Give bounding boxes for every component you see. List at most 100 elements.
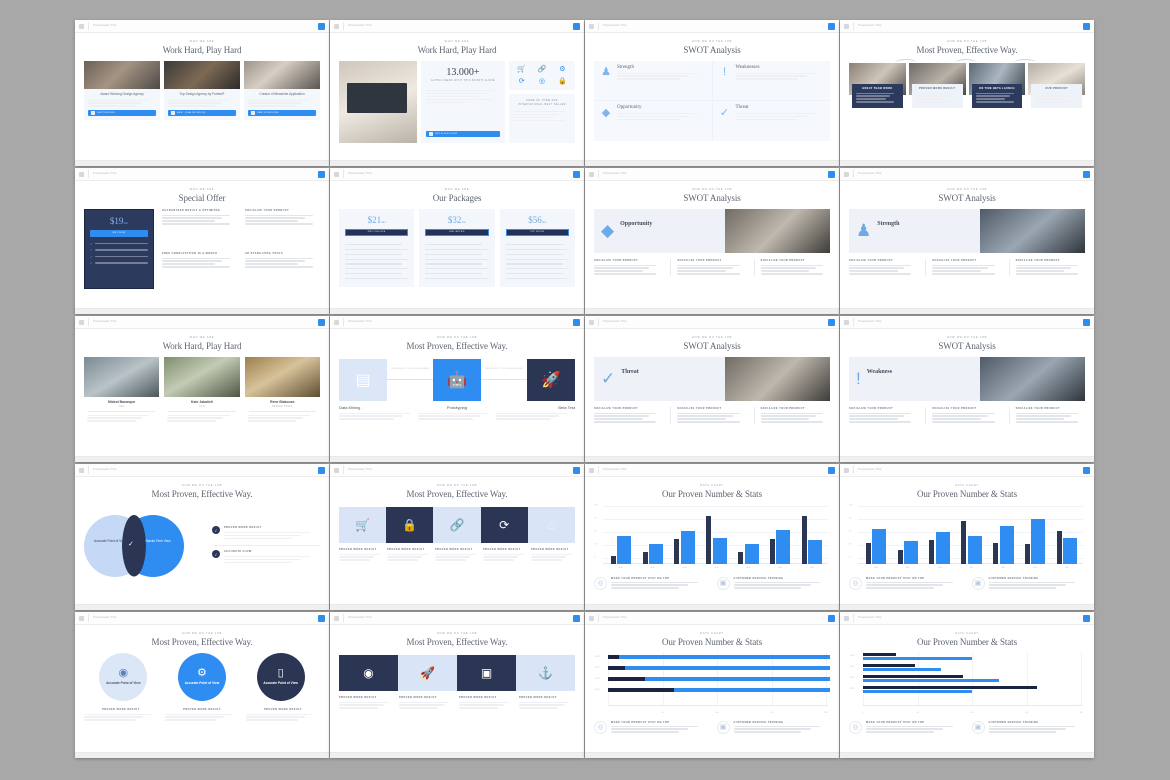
photo-card[interactable]: GREAT TEAM WORK <box>849 58 917 109</box>
price-card[interactable]: $19/mo BUY NOW ✓ ✓ ✓ ✓ <box>84 208 154 289</box>
slide-hbar-chart-grouped[interactable]: Presentation Title DATA CHART Our Proven… <box>840 612 1094 758</box>
slide-thumbnail[interactable]: Presentation Title HOW WE DO THE JOB Mos… <box>840 20 1095 168</box>
rocket-icon[interactable]: 🚀 <box>398 654 457 691</box>
slide-work-hard-play-hard-stats[interactable]: Presentation Title WHO WE ARE Work Hard,… <box>330 20 584 166</box>
photo-card[interactable]: ON TIME BETA LAUNCH <box>968 58 1037 109</box>
swot-quadrant[interactable]: ◆ Opportunity <box>594 101 712 141</box>
window-action-icon[interactable] <box>318 614 325 622</box>
window-action-icon[interactable] <box>1083 318 1090 326</box>
team-member[interactable]: Mideol Baranque CEO <box>84 356 160 424</box>
slide-thumbnail[interactable]: Presentation Title WHO WE ARE Work Hard,… <box>330 20 585 168</box>
slide-three-circles[interactable]: Presentation Title HOW WE DO THE JOB Mos… <box>75 612 329 758</box>
window-action-icon[interactable] <box>573 170 580 178</box>
slide-hbar-chart-stacked[interactable]: Presentation Title DATA CHART Our Proven… <box>585 612 839 758</box>
package-card[interactable]: $56/mo VIP SUITE <box>499 208 575 287</box>
slide-thumbnail[interactable]: Presentation Title HOW WE DO THE JOB Mos… <box>75 464 330 612</box>
window-action-icon[interactable] <box>318 170 325 178</box>
team-member[interactable]: Kate Jabalieh CTO <box>164 356 240 424</box>
slide-swot-strength[interactable]: Presentation Title HOW WE DO THE JOB SWO… <box>840 168 1094 314</box>
slide-thumbnail[interactable]: Presentation Title WHO WE ARE Special Of… <box>75 168 330 316</box>
slide-thumbnail[interactable]: Presentation Title HOW WE DO THE JOB SWO… <box>585 316 840 464</box>
card-button[interactable]: PARTICIPATIONS <box>248 109 316 116</box>
settings-icon[interactable]: ⚙ Accurate Point of View <box>177 652 226 701</box>
window-action-icon[interactable] <box>573 318 580 326</box>
window-action-icon[interactable] <box>1083 466 1090 474</box>
slide-thumbnail[interactable]: Presentation Title HOW WE DO THE JOB Mos… <box>330 316 585 464</box>
slide-thumbnail[interactable]: Presentation Title HOW WE DO THE JOB SWO… <box>840 316 1095 464</box>
window-action-icon[interactable] <box>318 466 325 474</box>
window-action-icon[interactable] <box>573 22 580 30</box>
card-button[interactable]: BEST QUALIFICATION <box>168 109 236 116</box>
slide-venn-diagram[interactable]: Presentation Title HOW WE DO THE JOB Mos… <box>75 464 329 610</box>
eye-icon[interactable]: ◉ <box>339 654 398 691</box>
refresh-icon[interactable]: ⟳ <box>480 506 528 543</box>
slide-process-steps[interactable]: Presentation Title HOW WE DO THE JOB Mos… <box>330 316 584 462</box>
window-action-icon[interactable] <box>573 466 580 474</box>
package-card[interactable]: $32/mo UNLIMITED <box>419 208 495 287</box>
window-action-icon[interactable] <box>828 466 835 474</box>
swot-quadrant[interactable]: ✓ Threat <box>712 101 830 141</box>
slide-most-proven-effective-way-photos[interactable]: Presentation Title HOW WE DO THE JOB Mos… <box>840 20 1094 166</box>
slide-thumbnail[interactable]: Presentation Title WHO WE ARE Work Hard,… <box>75 316 330 464</box>
package-card[interactable]: $21/mo PRO CHOICE <box>339 208 415 287</box>
slide-bar-chart-1[interactable]: Presentation Title DATA CHART Our Proven… <box>585 464 839 610</box>
window-action-icon[interactable] <box>828 614 835 622</box>
slide-thumbnail[interactable]: Presentation Title DATA CHART Our Proven… <box>585 464 840 612</box>
swot-quadrant[interactable]: ♟ Strength <box>594 60 712 100</box>
window-action-icon[interactable] <box>1083 170 1090 178</box>
robot-icon[interactable]: 🤖 <box>433 358 481 401</box>
monitor-icon[interactable]: ▣ <box>457 654 516 691</box>
team-member[interactable]: Rene Biakouse SENIOR STAFF <box>244 356 320 424</box>
rocket-icon[interactable]: 🚀 <box>527 358 575 401</box>
photo-card[interactable]: PROVEN WORK RESULT <box>908 58 977 109</box>
slide-team[interactable]: Presentation Title WHO WE ARE Work Hard,… <box>75 316 329 462</box>
slide-swot-threat[interactable]: Presentation Title HOW WE DO THE JOB SWO… <box>585 316 839 462</box>
slide-special-offer[interactable]: Presentation Title WHO WE ARE Special Of… <box>75 168 329 314</box>
mobile-icon[interactable]: ▯ Accurate Point of View <box>256 652 305 701</box>
anchor-icon[interactable]: ⚓ <box>516 654 575 691</box>
window-action-icon[interactable] <box>828 170 835 178</box>
slide-thumbnail[interactable]: Presentation Title HOW WE DO THE JOB Mos… <box>75 612 330 760</box>
slide-thumbnail[interactable]: Presentation Title HOW WE DO THE JOB SWO… <box>585 168 840 316</box>
window-action-icon[interactable] <box>1083 614 1090 622</box>
package-button[interactable]: VIP SUITE <box>505 228 569 236</box>
cart-icon[interactable]: 🛒 <box>339 506 387 543</box>
window-action-icon[interactable] <box>573 614 580 622</box>
slide-swot-analysis-quadrants[interactable]: Presentation Title HOW WE DO THE JOB SWO… <box>585 20 839 166</box>
slide-thumbnail[interactable]: Presentation Title HOW WE DO THE JOB SWO… <box>585 20 840 168</box>
eye-icon[interactable]: ◉ Accurate Point of View <box>99 652 148 701</box>
window-action-icon[interactable] <box>828 22 835 30</box>
photo-card[interactable]: OUR PRODUCT <box>1028 62 1085 109</box>
window-action-icon[interactable] <box>1083 22 1090 30</box>
slide-swot-opportunity[interactable]: Presentation Title HOW WE DO THE JOB SWO… <box>585 168 839 314</box>
database-icon[interactable]: ▤ <box>339 358 387 401</box>
slide-thumbnail[interactable]: Presentation Title HOW WE DO THE JOB SWO… <box>840 168 1095 316</box>
slide-thumbnail[interactable]: Presentation Title DATA CHART Our Proven… <box>840 612 1095 760</box>
slide-thumbnail[interactable]: Presentation Title HOW WE DO THE JOB Mos… <box>330 612 585 760</box>
lock-icon[interactable]: 🔒 <box>386 506 434 543</box>
feature-card[interactable]: Top Design Agency by Forbes® BEST QUALIF… <box>164 60 240 120</box>
slide-work-hard-play-hard-cards[interactable]: Presentation Title WHO WE ARE Work Hard,… <box>75 20 329 166</box>
slide-swot-weakness[interactable]: Presentation Title HOW WE DO THE JOB SWO… <box>840 316 1094 462</box>
swot-quadrant[interactable]: ! Weaknesses <box>712 60 830 100</box>
package-button[interactable]: UNLIMITED <box>425 228 489 236</box>
slide-thumbnail[interactable]: Presentation Title WHO WE ARE Our Packag… <box>330 168 585 316</box>
buy-button[interactable]: BUY NOW <box>90 229 148 237</box>
feature-card[interactable]: Award Winning Design Agency SUPPORTERS <box>84 60 160 120</box>
cta-button[interactable]: GET A DISCOUNT <box>426 130 500 137</box>
slide-dark-icon-strip[interactable]: Presentation Title HOW WE DO THE JOB Mos… <box>330 612 584 758</box>
link-icon[interactable]: 🔗 <box>433 506 481 543</box>
slide-thumbnail[interactable]: Presentation Title HOW WE DO THE JOB Mos… <box>330 464 585 612</box>
slide-our-packages[interactable]: Presentation Title WHO WE ARE Our Packag… <box>330 168 584 314</box>
window-action-icon[interactable] <box>318 318 325 326</box>
home-icon[interactable]: ⌂ <box>527 506 576 543</box>
slide-thumbnail[interactable]: Presentation Title WHO WE ARE Work Hard,… <box>75 20 330 168</box>
slide-icon-strip[interactable]: Presentation Title HOW WE DO THE JOB Mos… <box>330 464 584 610</box>
window-action-icon[interactable] <box>318 22 325 30</box>
slide-thumbnail[interactable]: Presentation Title DATA CHART Our Proven… <box>585 612 840 760</box>
slide-thumbnail[interactable]: Presentation Title DATA CHART Our Proven… <box>840 464 1095 612</box>
window-action-icon[interactable] <box>828 318 835 326</box>
package-button[interactable]: PRO CHOICE <box>345 228 409 236</box>
card-button[interactable]: SUPPORTERS <box>88 109 156 116</box>
slide-bar-chart-2[interactable]: Presentation Title DATA CHART Our Proven… <box>840 464 1094 610</box>
